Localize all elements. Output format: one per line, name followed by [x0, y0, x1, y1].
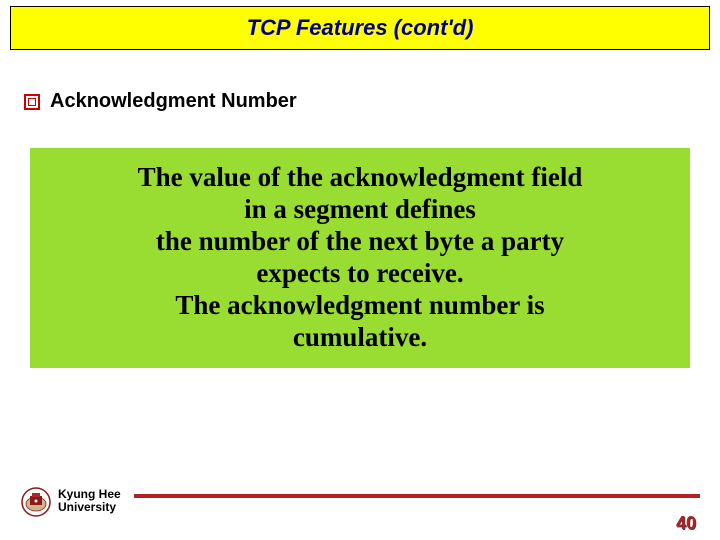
bullet-row: Acknowledgment Number: [24, 90, 297, 113]
highlight-box: The value of the acknowledgment field in…: [30, 148, 690, 368]
highlight-line: in a segment defines: [244, 194, 476, 224]
highlight-line: expects to receive.: [256, 258, 463, 288]
title-bar: TCP Features (cont'd): [10, 6, 710, 50]
highlight-line: The acknowledgment number is: [175, 290, 544, 320]
footer-divider: [134, 494, 700, 498]
institution-line1: Kyung Hee: [58, 487, 121, 501]
institution-name: Kyung Hee University: [58, 488, 121, 514]
bullet-square-icon: [24, 94, 40, 110]
university-logo-icon: [20, 486, 52, 518]
highlight-line: the number of the next byte a party: [156, 226, 564, 256]
slide-title: TCP Features (cont'd): [247, 15, 474, 41]
footer: Kyung Hee University: [20, 484, 700, 524]
page-number: 40: [676, 513, 696, 534]
institution-line2: University: [58, 500, 116, 514]
highlight-line: The value of the acknowledgment field: [138, 162, 583, 192]
highlight-text: The value of the acknowledgment field in…: [138, 162, 583, 353]
highlight-line: cumulative.: [293, 322, 427, 352]
bullet-label: Acknowledgment Number: [50, 90, 297, 113]
